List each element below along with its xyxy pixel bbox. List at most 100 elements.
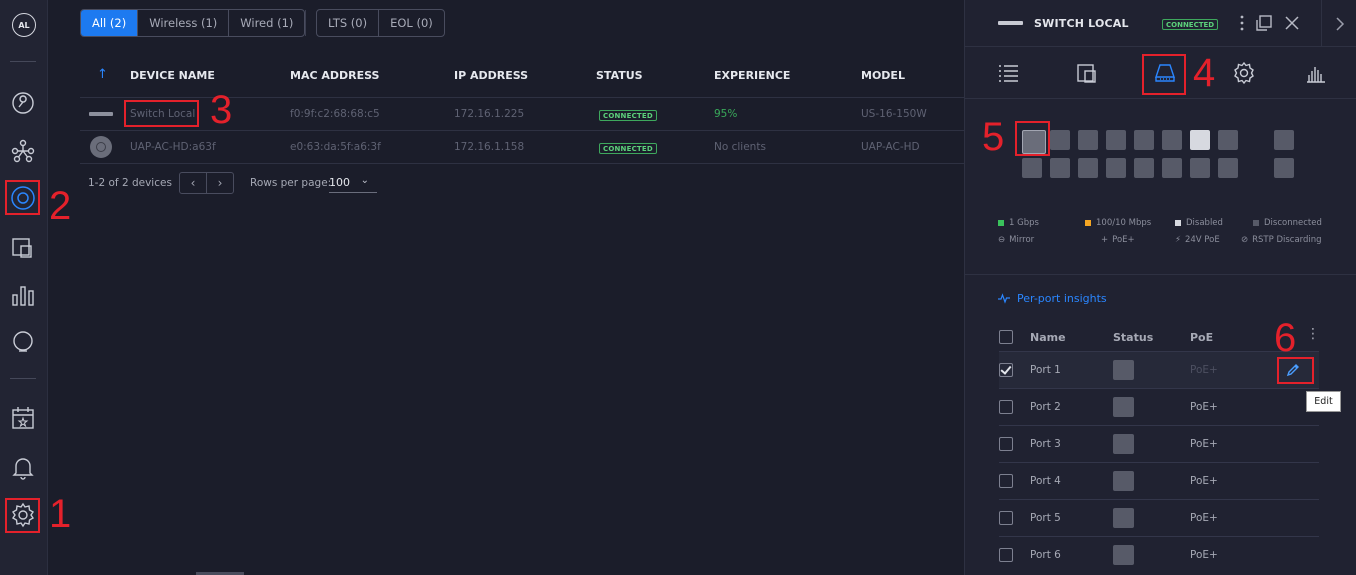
col-model[interactable]: MODEL [861,69,905,82]
statistics-icon[interactable] [8,280,38,310]
port-checkbox[interactable] [999,548,1013,562]
col-port-status: Status [1113,331,1154,344]
filter-eol[interactable]: EOL (0) [379,10,444,36]
device-ip: 172.16.1.225 [454,108,525,120]
filter-all[interactable]: All (2) [81,10,139,36]
tab-statistics-icon[interactable] [1300,59,1330,87]
settings-icon[interactable] [8,500,38,530]
per-port-insights-link[interactable]: Per-port insights [1017,292,1107,305]
port-tile[interactable] [1078,130,1098,150]
port-tile[interactable] [1050,130,1070,150]
events-icon[interactable] [8,403,38,433]
col-mac-address[interactable]: MAC ADDRESS [290,69,379,82]
tab-details-list-icon[interactable] [993,59,1023,87]
filter-lts[interactable]: LTS (0) [317,10,380,36]
select-all-checkbox[interactable] [999,330,1013,344]
device-name[interactable]: Switch Local [130,108,195,120]
pagination-buttons: ‹ › [179,172,234,194]
sfp-port-tile[interactable] [1274,130,1294,150]
col-device-name[interactable]: DEVICE NAME [130,69,215,82]
port-tile[interactable] [1106,158,1126,178]
port-name: Port 4 [1030,475,1061,487]
port-tile[interactable] [1218,130,1238,150]
tab-settings-gear-icon[interactable] [1229,59,1259,87]
port-row-3[interactable]: Port 3 PoE+ [999,426,1319,463]
col-ip-address[interactable]: IP ADDRESS [454,69,528,82]
port-row-2[interactable]: Port 2 PoE+ [999,389,1319,426]
topology-icon[interactable] [8,136,38,166]
device-mac: e0:63:da:5f:a6:3f [290,141,381,153]
port-tile-disabled[interactable] [1190,130,1210,150]
sort-arrow-icon[interactable]: ↑ [97,67,108,82]
collapse-panel-icon[interactable] [1321,0,1356,47]
port-table-kebab-icon[interactable]: ⋮ [1306,327,1320,341]
port-checkbox[interactable] [999,437,1013,451]
legend-label: Disconnected [1264,218,1322,228]
port-row-5[interactable]: Port 5 PoE+ [999,500,1319,537]
filter-wireless[interactable]: Wireless (1) [138,10,230,36]
legend-disconnected: Disconnected [1253,218,1322,228]
lifecycle-filter-group: LTS (0) EOL (0) [316,9,445,37]
port-tile[interactable] [1134,130,1154,150]
type-filter-group: All (2) Wireless (1) Wired (1) [80,9,306,37]
mirror-icon: ⊖ [998,235,1006,245]
port-tile[interactable] [1022,158,1042,178]
legend-label: PoE+ [1112,235,1135,245]
legend-label: 1 Gbps [1009,218,1039,228]
alerts-icon[interactable] [8,452,38,482]
legend-disabled: Disabled [1175,218,1223,228]
close-icon[interactable] [1282,13,1302,33]
device-name[interactable]: UAP-AC-HD:a63f [130,141,216,153]
edit-tooltip: Edit [1306,391,1341,412]
port-tile[interactable] [1190,158,1210,178]
port-checkbox[interactable] [999,474,1013,488]
port-row-6[interactable]: Port 6 PoE+ [999,537,1319,574]
port-tile[interactable] [1162,130,1182,150]
col-experience[interactable]: EXPERIENCE [714,69,790,82]
sfp-port-tile[interactable] [1274,158,1294,178]
switch-device-icon [89,112,113,116]
port-tile[interactable] [1050,158,1070,178]
rows-per-page-select[interactable]: 100 ⌄ [329,173,377,193]
port-status-swatch [1113,360,1134,380]
panel-header: SWITCH LOCAL CONNECTED [965,0,1356,47]
devices-icon[interactable] [8,183,38,213]
port-tile[interactable] [1134,158,1154,178]
port-row-4[interactable]: Port 4 PoE+ [999,463,1319,500]
port-checkbox[interactable] [999,400,1013,414]
sidebar-divider [10,378,36,379]
port-1-tile[interactable] [1022,130,1046,154]
port-row-1[interactable]: Port 1 PoE+ [999,352,1319,389]
port-tile[interactable] [1218,158,1238,178]
port-poe: PoE+ [1190,438,1218,450]
sidebar-divider [10,61,36,62]
table-row[interactable]: UAP-AC-HD:a63f e0:63:da:5f:a6:3f 172.16.… [80,131,964,164]
device-model: UAP-AC-HD [861,141,920,153]
filter-wired[interactable]: Wired (1) [229,10,304,36]
prev-page-icon[interactable]: ‹ [180,173,207,193]
port-tile[interactable] [1162,158,1182,178]
panel-title: SWITCH LOCAL [1034,17,1129,30]
clients-icon[interactable] [8,233,38,263]
port-status-swatch [1113,545,1134,565]
port-status-swatch [1113,397,1134,417]
port-name: Port 5 [1030,512,1061,524]
popout-icon[interactable] [1254,13,1274,33]
dashboard-icon[interactable] [8,88,38,118]
avatar[interactable]: AL [12,13,36,37]
port-tile[interactable] [1078,158,1098,178]
insights-icon[interactable] [8,327,38,357]
next-page-icon[interactable]: › [207,173,233,193]
kebab-menu-icon[interactable] [1232,13,1252,33]
port-checkbox[interactable] [999,511,1013,525]
port-poe: PoE+ [1190,401,1218,413]
col-status[interactable]: STATUS [596,69,643,82]
port-tile[interactable] [1106,130,1126,150]
tab-clients-icon[interactable] [1072,59,1102,87]
edit-pencil-icon[interactable] [1285,362,1301,378]
port-checkbox[interactable] [999,363,1013,377]
col-port-poe: PoE [1190,331,1214,344]
tab-ports-icon[interactable] [1150,59,1180,87]
port-name: Port 6 [1030,549,1061,561]
legend-label: RSTP Discarding [1252,235,1322,245]
